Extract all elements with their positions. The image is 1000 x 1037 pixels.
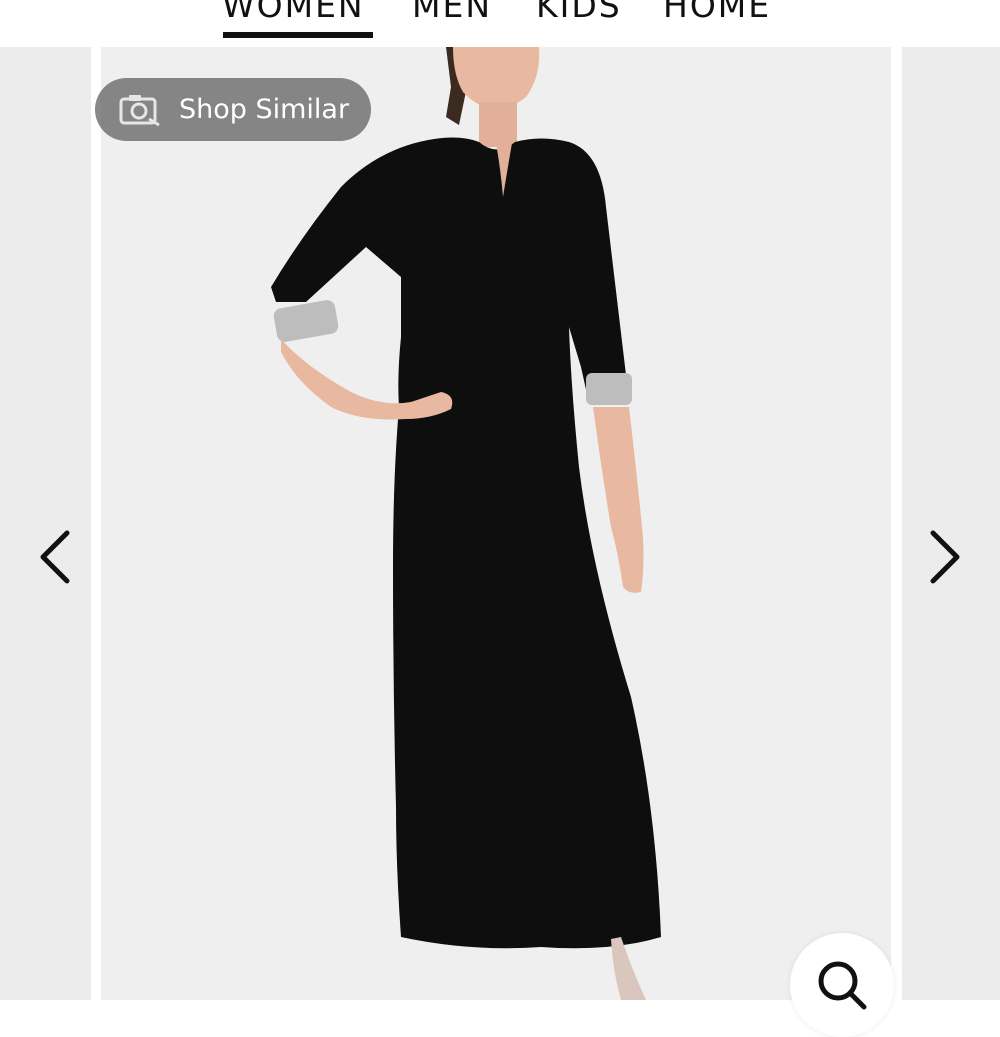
active-tab-indicator xyxy=(223,32,373,38)
magnifier-icon xyxy=(818,961,867,1010)
visual-search-camera-icon xyxy=(119,95,160,127)
tab-home[interactable]: HOME xyxy=(663,0,771,26)
chevron-right-icon[interactable] xyxy=(925,527,965,587)
shop-similar-button[interactable]: Shop Similar xyxy=(95,78,371,141)
zoom-button[interactable] xyxy=(790,933,894,1037)
tab-men[interactable]: MEN xyxy=(412,0,492,26)
product-photo-dress xyxy=(271,47,661,1000)
category-nav: WOMEN MEN KIDS HOME xyxy=(0,0,1000,47)
next-slide-peek[interactable] xyxy=(902,47,1000,1000)
shop-similar-label: Shop Similar xyxy=(179,94,350,125)
previous-slide-peek[interactable] xyxy=(0,47,91,1000)
chevron-left-icon[interactable] xyxy=(35,527,75,587)
tab-kids[interactable]: KIDS xyxy=(536,0,622,26)
tab-women[interactable]: WOMEN xyxy=(222,0,365,26)
